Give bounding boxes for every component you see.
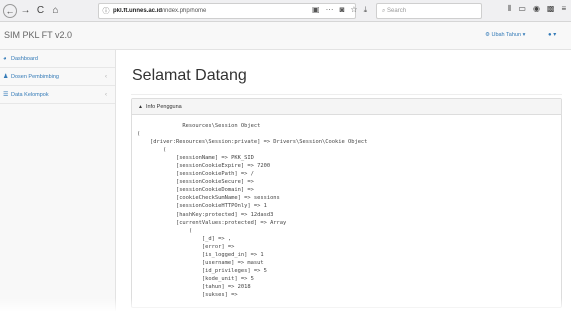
sidebar-item-dashboard[interactable]: ◕ Dashboard — [0, 50, 115, 68]
code-line: [driver:Resources\Session:private] => Dr… — [137, 139, 368, 146]
pocket-icon[interactable]: ◙ — [340, 5, 345, 15]
code-line: [sessionCookiePath] => / — [137, 171, 254, 178]
chevron-left-icon: ‹ — [105, 73, 107, 80]
download-icon[interactable]: ⤓ — [364, 5, 368, 15]
title-divider — [131, 94, 562, 95]
code-line: [sessionName] => PKK_SID — [137, 155, 254, 162]
user-icon: ▲ — [138, 103, 143, 110]
code-line: [sessionCookieSecure] => — [137, 179, 254, 186]
sidebar-item-label: Data Kelompok — [11, 91, 49, 98]
caret-down-icon: ▾ — [553, 32, 557, 38]
list-icon: ☰ — [3, 92, 9, 98]
forward-arrow-icon[interactable]: → — [19, 4, 32, 18]
url-host: pkl.ft.unnes.ac.id — [113, 8, 163, 14]
sidebar-item-dosen-pembimbing[interactable]: ♟ Dosen Pembimbing ‹ — [0, 68, 115, 86]
caret-down-icon: ▾ — [522, 32, 526, 38]
back-arrow-icon[interactable]: ← — [3, 3, 17, 18]
sidebar-item-label: Dashboard — [11, 55, 38, 62]
panel-title: Info Pengguna — [145, 103, 182, 110]
reload-icon[interactable]: C — [34, 4, 47, 18]
home-icon[interactable]: ⌂ — [49, 4, 62, 18]
panel-heading: ▲ Info Pengguna — [132, 99, 561, 115]
year-menu-label: Ubah Tahun — [491, 32, 522, 38]
code-line: [id_privileges] => 5 — [137, 267, 267, 274]
page-title: Selamat Datang — [132, 67, 247, 84]
chevron-left-icon: ‹ — [105, 91, 107, 98]
user-icon: ● — [548, 32, 552, 38]
sidebar: ◕ Dashboard ♟ Dosen Pembimbing ‹ ☰ Data … — [0, 50, 116, 311]
extension-badge-icon[interactable]: ▩ — [547, 4, 555, 14]
code-line: ( — [137, 227, 193, 234]
page-actions-icon[interactable]: ··· — [326, 5, 334, 15]
code-line: [tahun] => 2018 — [137, 283, 251, 290]
search-placeholder: Search — [387, 8, 407, 14]
app-navbar: SIM PKL FT v2.0 ⚙ Ubah Tahun ▾ ● ▾ — [0, 22, 571, 50]
code-line: [sessionCookieDomain] => — [137, 187, 254, 194]
code-line: [kode_unit] => 5 — [137, 275, 254, 282]
bookmark-star-icon[interactable]: ☆ — [350, 5, 357, 15]
app-brand[interactable]: SIM PKL FT v2.0 — [4, 30, 72, 40]
url-path: /index.php/home — [162, 8, 207, 14]
search-icon: ⌕ — [382, 8, 386, 14]
sidebar-toggle-icon[interactable]: ▭ — [518, 4, 526, 14]
sidebar-item-label: Dosen Pembimbing — [11, 73, 59, 80]
year-menu[interactable]: ⚙ Ubah Tahun ▾ — [485, 32, 525, 38]
code-line: [cookieCheckSumName] => sessions — [137, 195, 280, 202]
code-line: [error] => — [137, 243, 235, 250]
code-line: ( — [137, 131, 141, 138]
session-dump: Resources\Session Object ( [driver:Resour… — [137, 122, 367, 299]
code-line: [hashKey:protected] => 12dasd3 — [137, 211, 274, 218]
search-input[interactable]: ⌕ Search — [376, 3, 482, 19]
code-line: [sessionCookieExpire] => 7200 — [137, 163, 271, 170]
dashboard-icon: ◕ — [3, 55, 7, 62]
gear-icon: ⚙ — [485, 32, 490, 38]
menu-icon[interactable]: ≡ — [561, 4, 566, 14]
code-line: [currentValues:protected] => Array — [137, 219, 287, 226]
info-panel: ▲ Info Pengguna Resources\Session Object… — [131, 98, 562, 308]
code-line: Resources\Session Object — [137, 123, 261, 129]
bottom-fade — [0, 298, 571, 311]
sidebar-item-data-kelompok[interactable]: ☰ Data Kelompok ‹ — [0, 86, 115, 104]
browser-right-icons: ⫴ ▭ ◉ ▩ ≡ — [508, 4, 566, 14]
browser-toolbar: ← → C ⌂ ⓘ pkl.ft.unnes.ac.id/index.php/h… — [0, 0, 571, 22]
code-line: [username] => masut — [137, 259, 264, 266]
code-line: ( — [137, 147, 167, 154]
library-icon[interactable]: ⫴ — [508, 4, 511, 14]
user-icon: ♟ — [3, 74, 9, 80]
extension-icon[interactable]: ◉ — [533, 4, 540, 14]
url-tools: ▣ ··· ◙ ☆ ⤓ — [312, 5, 367, 15]
code-line: [sessionCookieHTTPOnly] => 1 — [137, 203, 267, 210]
user-menu[interactable]: ● ▾ — [548, 31, 556, 38]
code-line: [_d] => , — [137, 235, 232, 242]
info-icon[interactable]: ⓘ — [99, 6, 113, 16]
reader-view-icon[interactable]: ▣ — [312, 5, 320, 15]
code-line: [is_logged_in] => 1 — [137, 251, 264, 258]
